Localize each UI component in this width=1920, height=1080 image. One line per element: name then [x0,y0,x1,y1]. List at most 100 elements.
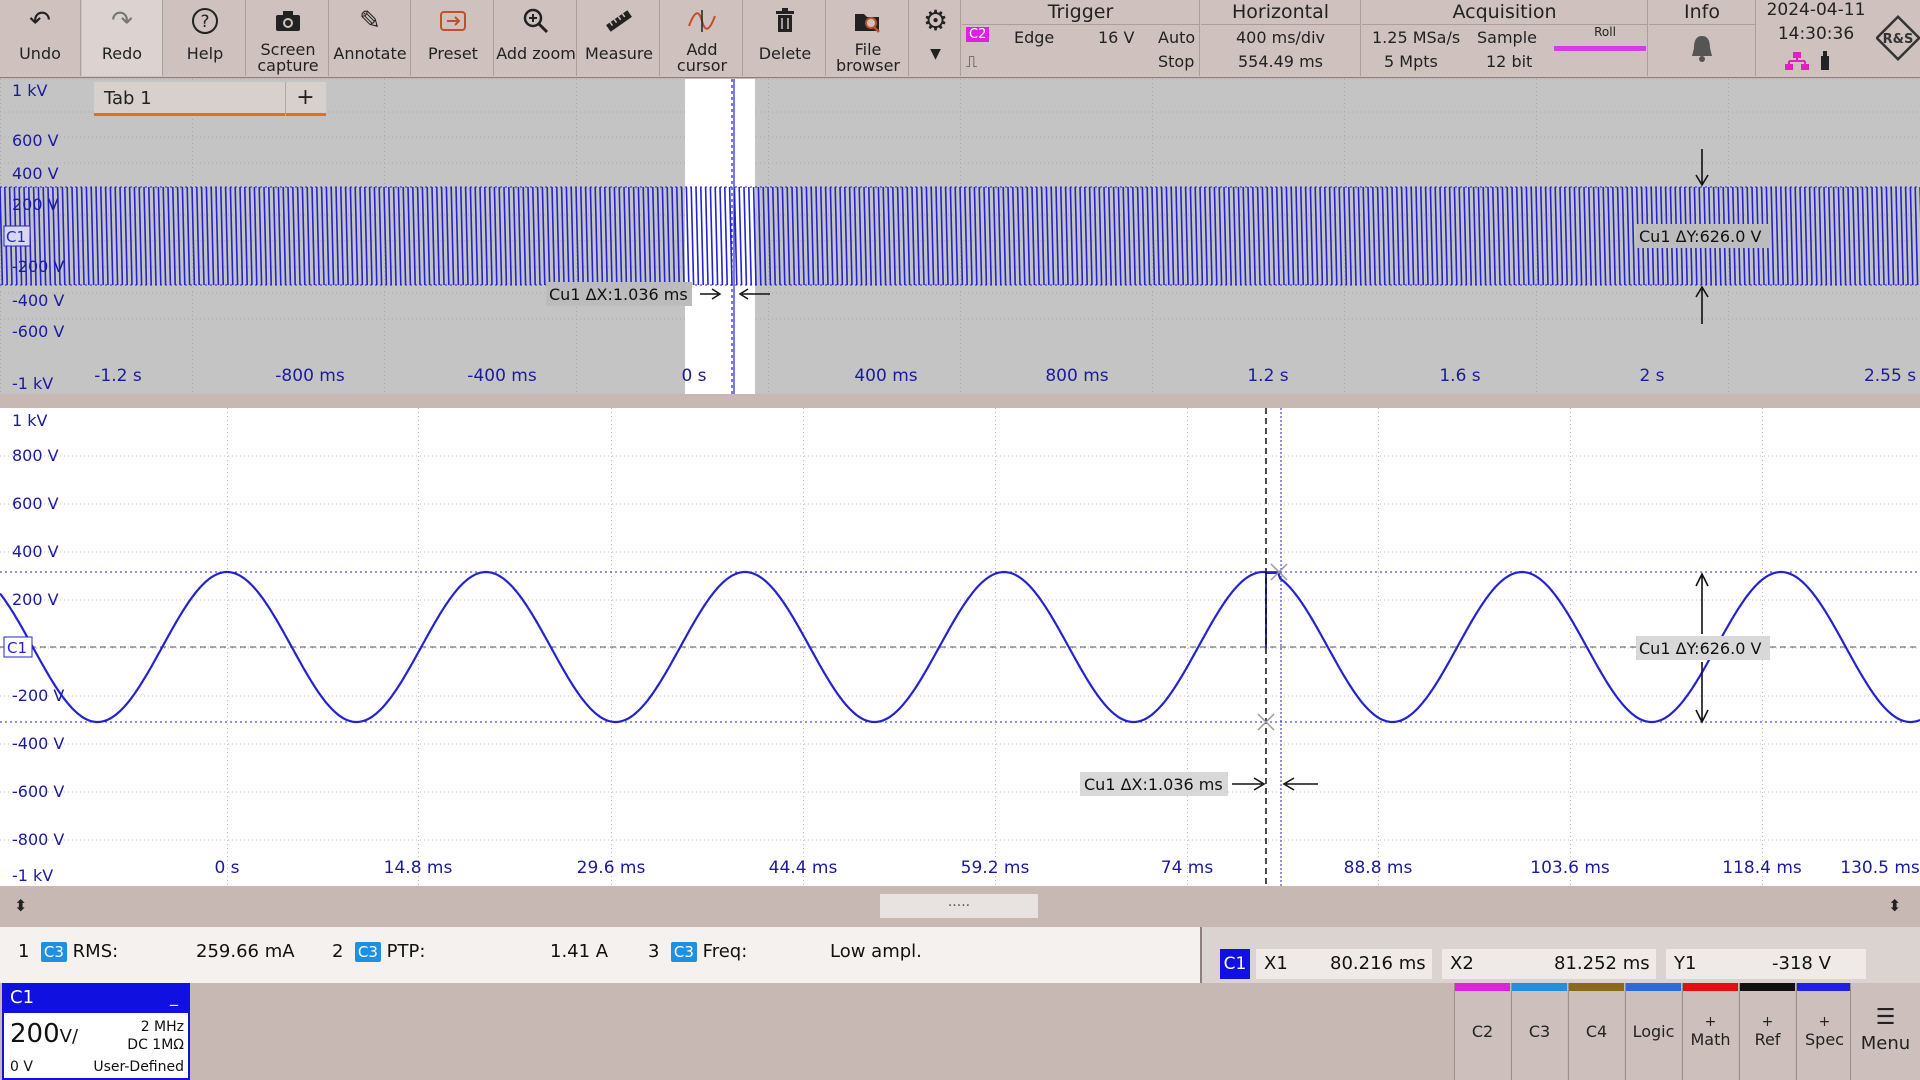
ruler-icon [604,4,634,38]
expand-up-down-icon-right[interactable]: ⬍ [1888,896,1901,915]
rs-logo: R&S [1875,0,1920,76]
measurement-1[interactable]: 1 C3 RMS: [18,941,118,962]
zoom-dx-label: Cu1 ΔX:1.036 ms [1084,775,1223,794]
zoom-c1-marker-label: C1 [7,639,27,657]
channel-button-label: Logic [1632,1022,1675,1041]
channel-button-label: Spec [1805,1030,1844,1049]
channel-button-label: Ref [1754,1030,1781,1049]
zoom-y-tick-label: 400 V [12,542,59,561]
channel-button-logic[interactable]: Logic [1625,983,1681,1080]
channel-color-bar [1512,983,1567,991]
overview-x-tick-label: 1.2 s [1247,366,1288,386]
channel-color-bar [1569,983,1624,991]
overview-y-tick-label: 600 V [12,131,59,150]
network-icon [1783,50,1811,76]
overview-y-tick-label: 1 kV [12,81,48,100]
zoom-y-tick-label: 600 V [12,494,59,513]
overview-waveform[interactable]: 1 kV 600 V 400 V 200 V -200 V -400 V -600 V -1 … [0,79,1920,394]
zoom-waveform[interactable]: 1 kV 800 V 600 V 400 V 200 V -200 V -400 V -600… [0,408,1920,886]
cursor-readout[interactable]: C1 X1 80.216 ms X2 81.252 ms Y1 -318 V [1200,927,1920,983]
zoom-trace-glitch [1265,572,1280,648]
overview-x-tick-label: 2 s [1639,366,1664,386]
add-zoom-button[interactable]: Add zoom [496,0,577,76]
plus-icon: + [1704,1014,1717,1030]
channel-button-math[interactable]: + Math [1682,983,1738,1080]
preset-button[interactable]: Preset [413,0,494,76]
zoom-x-tick-label: 74 ms [1161,858,1214,878]
undo-button[interactable]: ↶ Undo [0,0,81,76]
channel-c1-box[interactable]: C1 _ 200V/ 2 MHz DC 1MΩ 0 V User-Defined [2,983,190,1080]
cursor-wave-icon [687,4,717,38]
overview-y-tick-label: 400 V [12,164,59,183]
overview-y-tick-label: -200 V [12,257,64,276]
file-browser-button[interactable]: File browser [828,0,909,76]
overview-y-tick-label: 200 V [12,195,59,214]
channel-color-bar [1797,983,1852,991]
folder-search-icon [853,4,883,38]
splitter-handle[interactable]: ..... [880,894,1038,918]
channel-button-label: C3 [1528,1022,1551,1041]
splitter-bar[interactable]: ⬍ ..... ⬍ [0,886,1920,926]
acquisition-panel[interactable]: Acquisition 1.25 MSa/s Sample Roll 5 Mpt… [1362,0,1648,76]
overview-x-tick-label: -400 ms [467,366,537,386]
info-panel[interactable]: Info [1649,0,1756,76]
toolbar: ↶ Undo ↷ Redo ? Help Screen capture ✎ Ann… [0,0,1920,78]
zoom-x-tick-label: 130.5 ms [1840,858,1920,878]
zoom-y-tick-label: -200 V [12,686,64,705]
overview-x-tick-label: 0 s [681,366,706,386]
screen-capture-button[interactable]: Screen capture [248,0,329,76]
channel-button-ref[interactable]: + Ref [1739,983,1795,1080]
zoom-x-tick-label: 103.6 ms [1530,858,1610,878]
expand-up-down-icon[interactable]: ⬍ [14,896,27,915]
camera-icon [274,4,302,38]
channel-color-bar [1455,983,1510,991]
overview-x-tick-label: -1.2 s [94,366,142,386]
annotate-button[interactable]: ✎ Annotate [330,0,411,76]
redo-icon: ↷ [111,6,133,36]
bottom-bar [192,983,1452,1080]
preset-icon [438,4,468,38]
plus-icon: + [1761,1014,1774,1030]
chevron-down-icon[interactable]: ▼ [930,46,941,62]
trigger-panel[interactable]: Trigger C2 Edge 16 V Auto ⎍ Stop [962,0,1200,76]
settings-button[interactable]: ⚙ ▼ [911,0,961,76]
svg-text:R&S: R&S [1883,32,1914,47]
help-button[interactable]: ? Help [165,0,246,76]
datetime-panel[interactable]: 2024-04-11 14:30:36 [1757,0,1875,76]
overview-y-tick-label: -1 kV [12,374,53,393]
channel-button-c4[interactable]: C4 [1568,983,1624,1080]
measurement-2[interactable]: 2 C3 PTP: [332,941,425,962]
overview-x-tick-label: 2.55 s [1864,366,1916,386]
hamburger-icon: ☰ [1875,1005,1896,1030]
channel-button-label: Math [1690,1030,1731,1049]
channel-button-label: C4 [1585,1022,1608,1041]
minimize-button[interactable]: _ [170,987,178,1006]
menu-button[interactable]: ☰ Menu [1850,983,1920,1080]
channel-button-c3[interactable]: C3 [1511,983,1567,1080]
pencil-icon: ✎ [359,6,381,36]
redo-button[interactable]: ↷ Redo [82,0,163,76]
help-icon: ? [191,4,219,38]
add-tab-button[interactable]: + [285,82,325,116]
channel-color-bar [1683,983,1738,991]
usb-storage-icon [1819,50,1831,76]
bell-icon [1689,34,1715,68]
pane-separator [0,394,1920,408]
gear-icon: ⚙ [922,4,949,37]
measurement-3[interactable]: 3 C3 Freq: [648,941,747,962]
overview-y-tick-label: -600 V [12,322,64,341]
measure-button[interactable]: Measure [579,0,660,76]
overview-x-tick-label: -800 ms [275,366,345,386]
add-cursor-button[interactable]: Add cursor [662,0,743,76]
zoom-y-tick-label: 1 kV [12,411,48,430]
zoom-x-tick-label: 14.8 ms [384,858,453,878]
zoom-x-tick-label: 118.4 ms [1722,858,1802,878]
channel-button-c2[interactable]: C2 [1454,983,1510,1080]
overview-dx-label: Cu1 ΔX:1.036 ms [549,285,688,304]
trash-icon [773,4,797,38]
channel-button-spec[interactable]: + Spec [1796,983,1852,1080]
zoom-y-tick-label: -800 V [12,830,64,849]
delete-button[interactable]: Delete [745,0,826,76]
horizontal-panel[interactable]: Horizontal 400 ms/div 554.49 ms [1201,0,1361,76]
zoom-y-tick-label: 800 V [12,446,59,465]
